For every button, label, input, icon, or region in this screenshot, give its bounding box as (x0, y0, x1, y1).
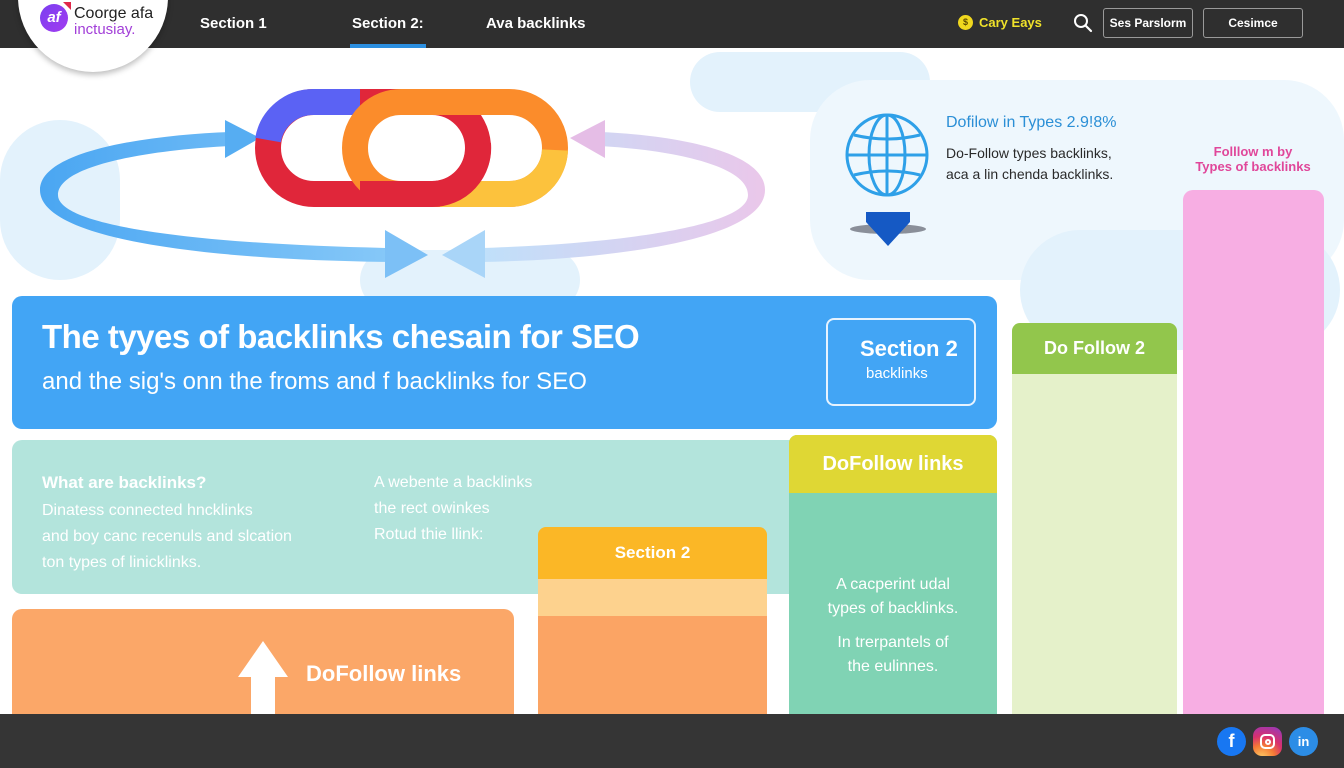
logo[interactable]: af Coorge afa inctusiay. (18, 0, 168, 72)
dofollow-links-label: DoFollow links (306, 661, 462, 686)
search-icon[interactable] (1073, 13, 1093, 33)
dofollow-links-column: DoFollow links A cacperint udal types of… (789, 435, 997, 717)
nav-tab-section-2[interactable]: Section 2: (350, 0, 426, 48)
pink-column (1183, 190, 1324, 717)
green-col-text-a: A cacperint udal types of backlinks. (789, 573, 997, 621)
top-navbar: Section 1 Section 2: Ava backlinks $ Car… (0, 0, 1344, 48)
coin-icon: $ (958, 15, 973, 30)
title-banner: The tyyes of backlinks chesain for SEO a… (12, 296, 997, 429)
green-line: In trerpantels of (837, 634, 949, 651)
info-line: Do-Follow types backlinks, (946, 145, 1112, 161)
teal-line: ton types of linicklinks. (42, 554, 202, 571)
teal-card-text: Dinatess connected hncklinks and boy can… (42, 498, 292, 576)
pink-label-line: Types of backlinks (1195, 159, 1311, 174)
pink-label-line: Folllow m by (1213, 144, 1293, 159)
dofollow-links-header: DoFollow links (789, 435, 997, 493)
teal-card-heading: What are backlinks? (42, 473, 207, 492)
dofollow-2-column: Do Follow 2 (1012, 323, 1177, 717)
nav-tab-section-1[interactable]: Section 1 (200, 0, 267, 48)
section-2-badge-title: Section 2 (860, 336, 958, 361)
green-col-text-b: In trerpantels of the eulinnes. (789, 631, 997, 679)
teal-line: Dinatess connected hncklinks (42, 502, 253, 519)
section-2-badge-subtitle: backlinks (866, 365, 928, 382)
platform-button[interactable]: Ses Parslorm (1103, 8, 1193, 38)
green-line: types of backlinks. (827, 600, 959, 617)
pink-column-label: Folllow m by Types of backlinks (1178, 144, 1328, 174)
nav-tab-backlinks[interactable]: Ava backlinks (486, 0, 586, 48)
linkedin-icon[interactable]: in (1289, 727, 1318, 756)
section-2-badge[interactable]: Section 2 backlinks (826, 318, 976, 406)
down-arrow-icon (850, 212, 926, 246)
green-line: A cacperint udal (836, 576, 950, 593)
chain-link-illustration (40, 89, 765, 278)
user-name: Cary Eays (979, 15, 1042, 30)
up-arrow-icon (238, 641, 288, 717)
logo-mark-icon: af (40, 2, 71, 32)
instagram-glyph (1260, 734, 1275, 749)
section-2-tab-card: Section 2 (538, 527, 767, 717)
secondary-button[interactable]: Cesimce (1203, 8, 1303, 38)
footer: f in (0, 714, 1344, 768)
dofollow-2-header: Do Follow 2 (1012, 323, 1177, 374)
user-chip[interactable]: $ Cary Eays (958, 15, 1042, 30)
section-2-tab-body (538, 616, 767, 717)
teal-line: the rect owinkes (374, 500, 490, 517)
section-2-tab-band (538, 579, 767, 616)
teal-line: Rotud thie llink: (374, 526, 484, 543)
green-line: the eulinnes. (847, 658, 939, 675)
teal-line: and boy canc recenuls and slcation (42, 528, 292, 545)
chain-link-icon (255, 89, 568, 208)
info-title: Dofilow in Types 2.9!8% (946, 114, 1117, 131)
teal-line: A webente a backlinks (374, 474, 533, 491)
banner-subtitle: and the sig's onn the froms and f backli… (42, 368, 587, 395)
logo-name-line2: inctusiay. (74, 21, 136, 38)
dofollow-links-card: DoFollow links (12, 609, 514, 717)
section-2-tab-header: Section 2 (538, 527, 767, 579)
teal-card-text-right: A webente a backlinks the rect owinkes R… (374, 470, 532, 548)
globe-icon (845, 113, 929, 197)
info-text: Do-Follow types backlinks, aca a lin che… (946, 143, 1113, 185)
instagram-icon[interactable] (1253, 727, 1282, 756)
info-line: aca a lin chenda backlinks. (946, 166, 1114, 182)
banner-title: The tyyes of backlinks chesain for SEO (42, 318, 640, 355)
facebook-icon[interactable]: f (1217, 727, 1246, 756)
